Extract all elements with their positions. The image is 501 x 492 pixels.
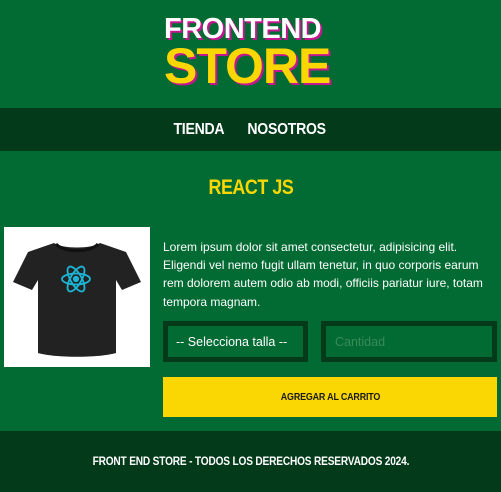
quantity-input[interactable] bbox=[321, 321, 497, 362]
site-footer: FRONT END STORE - TODOS LOS DERECHOS RES… bbox=[0, 431, 501, 492]
size-select[interactable]: -- Selecciona talla -- bbox=[163, 321, 308, 362]
product-title-text: REACT JS bbox=[208, 176, 293, 199]
store-logo[interactable]: FRONTEND STORE bbox=[164, 14, 338, 92]
main-nav: TIENDA NOSOTROS bbox=[0, 108, 501, 151]
tshirt-react-icon bbox=[13, 242, 141, 357]
size-select-value: -- Selecciona talla -- bbox=[176, 334, 288, 349]
add-to-cart-label: AGREGAR AL CARRITO bbox=[280, 391, 380, 403]
site-header: FRONTEND STORE bbox=[0, 0, 501, 108]
product-image bbox=[4, 227, 150, 367]
product-description: Lorem ipsum dolor sit amet consectetur, … bbox=[163, 240, 483, 309]
add-to-cart-button[interactable]: AGREGAR AL CARRITO bbox=[163, 377, 497, 417]
nav-link-nosotros[interactable]: NOSOTROS bbox=[247, 121, 326, 139]
logo-line-store: STORE bbox=[164, 38, 331, 94]
footer-text: FRONT END STORE - TODOS LOS DERECHOS RES… bbox=[92, 455, 409, 468]
product-title: REACT JS bbox=[0, 176, 501, 200]
nav-link-tienda[interactable]: TIENDA bbox=[173, 121, 224, 139]
